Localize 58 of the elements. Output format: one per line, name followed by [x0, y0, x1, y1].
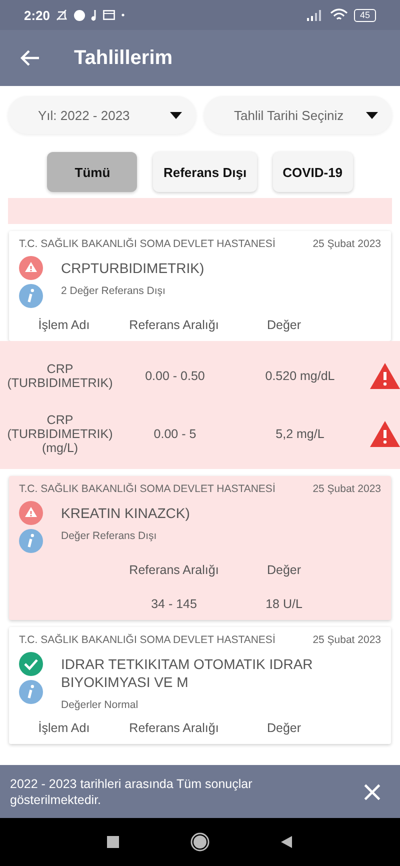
result-summary: 2 Değer Referans Dışı: [61, 285, 166, 297]
table-cell-text: CRP (TURBIDIMETRIK): [6, 362, 114, 390]
wifi-icon: [330, 8, 348, 22]
battery-icon: 45: [354, 8, 376, 22]
snackbar-message: 2022 - 2023 tarihleri arasında Tüm sonuçlar gösterilmektedir.: [10, 776, 254, 808]
home-icon[interactable]: [190, 832, 210, 852]
column-header: İşlem Adı: [37, 721, 91, 735]
test-name: KREATIN KINAZCK): [61, 504, 190, 522]
table-cell-text: CRP (TURBIDIMETRIK) (mg/L): [6, 413, 114, 455]
result-card[interactable]: T.C. SAĞLIK BAKANLIĞI SOMA DEVLET HASTANESİ 25 Şubat 2023 CRPTURBIDIMETRIK) 2 Değer Referans Dışı İşlem Adı Referans Aralığı Değer: [9, 231, 391, 341]
table-cell-text: 5,2 mg/L: [274, 427, 326, 441]
hospital-name: T.C. SAĞLIK BAKANLIĞI SOMA DEVLET HASTANESİ: [19, 483, 276, 495]
status-time: 2:20: [24, 8, 50, 22]
column-header: Değer: [266, 563, 302, 577]
caret-icon: [170, 112, 182, 118]
result-card[interactable]: T.C. SAĞLIK BAKANLIĞI SOMA DEVLET HASTANESİ 25 Şubat 2023 IDRAR TETKIKITAM OTOMATIK IDRAR BIYOKIMYASI VE M Değerler Normal İşlem Adı Referans Aralığı Değer: [9, 627, 391, 744]
dropdown[interactable]: Tahlil Tarihi Seçiniz: [204, 96, 392, 134]
dropdown[interactable]: Yıl: 2022 - 2023: [8, 96, 196, 134]
info-icon[interactable]: [19, 680, 43, 704]
disc-icon: [74, 10, 86, 20]
caret-icon: [366, 112, 378, 118]
filter-tab[interactable]: Referans Dışı: [153, 152, 257, 192]
column-header: Değer: [266, 318, 302, 332]
muted-bell-icon: [56, 9, 68, 21]
warning-icon: [370, 363, 400, 389]
dot-icon: [121, 13, 126, 17]
calendar-icon: [103, 10, 116, 20]
warning-icon: [370, 421, 400, 447]
result-card[interactable]: T.C. SAĞLIK BAKANLIĞI SOMA DEVLET HASTANESİ 25 Şubat 2023 KREATIN KINAZCK) Değer Referans Dışı Referans Aralığı Değer 34 - 145 18 U/L: [9, 476, 391, 620]
result-date: 25 Şubat 2023: [312, 238, 381, 250]
info-icon[interactable]: [19, 284, 43, 308]
table-cell-text: 18 U/L: [264, 597, 304, 611]
result-date: 25 Şubat 2023: [312, 483, 381, 495]
music-note-icon: [91, 10, 98, 20]
column-header: Referans Aralığı: [128, 721, 220, 735]
hospital-name: T.C. SAĞLIK BAKANLIĞI SOMA DEVLET HASTANESİ: [19, 634, 276, 646]
test-name: CRPTURBIDIMETRIK): [61, 259, 204, 277]
table-cell-text: 0.00 - 5: [152, 427, 198, 441]
result-summary: Değer Referans Dışı: [61, 530, 158, 542]
back-icon[interactable]: [280, 835, 294, 849]
table-cell-text: 34 - 145: [150, 597, 198, 611]
screen-title: Tahlillerim: [74, 46, 173, 70]
close-button[interactable]: ×: [354, 775, 390, 808]
test-name: IDRAR TETKIKITAM OTOMATIK IDRAR BIYOKIMYASI VE M: [61, 655, 314, 691]
column-header: Referans Aralığı: [128, 318, 220, 332]
recents-icon[interactable]: [106, 835, 120, 849]
info-icon[interactable]: [19, 529, 43, 553]
column-header: Referans Aralığı: [128, 563, 220, 577]
table-cell-text: 0.00 - 0.50: [144, 369, 206, 383]
column-header: İşlem Adı: [37, 318, 91, 332]
signal-icon: [306, 9, 324, 21]
result-date: 25 Şubat 2023: [312, 634, 381, 646]
filter-tab[interactable]: COVID-19: [272, 152, 353, 192]
result-summary: Değerler Normal: [61, 699, 140, 711]
table-cell-text: 0.520 mg/dL: [264, 369, 336, 383]
filter-tab[interactable]: Tümü: [47, 152, 138, 192]
column-header: Değer: [266, 721, 302, 735]
hospital-name: T.C. SAĞLIK BAKANLIĞI SOMA DEVLET HASTANESİ: [19, 238, 276, 250]
